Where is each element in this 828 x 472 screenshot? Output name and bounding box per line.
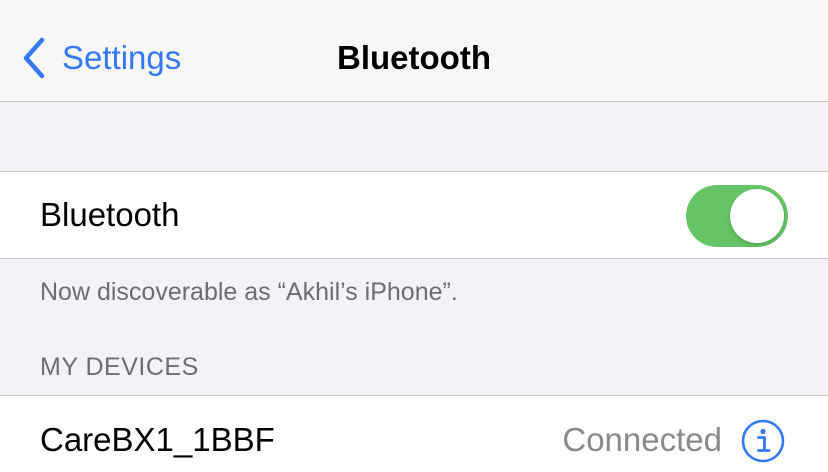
discoverable-footer-text: Now discoverable as “Akhil’s iPhone”.: [40, 278, 458, 306]
toggle-knob: [730, 189, 784, 243]
page-title: Bluetooth: [337, 39, 491, 76]
device-connection-status: Connected: [562, 421, 722, 458]
my-devices-section-header: MY DEVICES: [40, 353, 199, 381]
info-icon[interactable]: [741, 419, 785, 463]
bluetooth-settings-screen: Settings Bluetooth Bluetooth Now discove…: [0, 0, 828, 472]
device-name: CareBX1_1BBF: [40, 421, 275, 458]
bluetooth-toggle-row: Bluetooth: [0, 171, 828, 259]
bluetooth-toggle-switch[interactable]: [686, 185, 788, 247]
device-row[interactable]: CareBX1_1BBF Connected: [0, 395, 828, 472]
navigation-bar: Settings Bluetooth: [0, 0, 828, 102]
bluetooth-label: Bluetooth: [40, 196, 180, 233]
